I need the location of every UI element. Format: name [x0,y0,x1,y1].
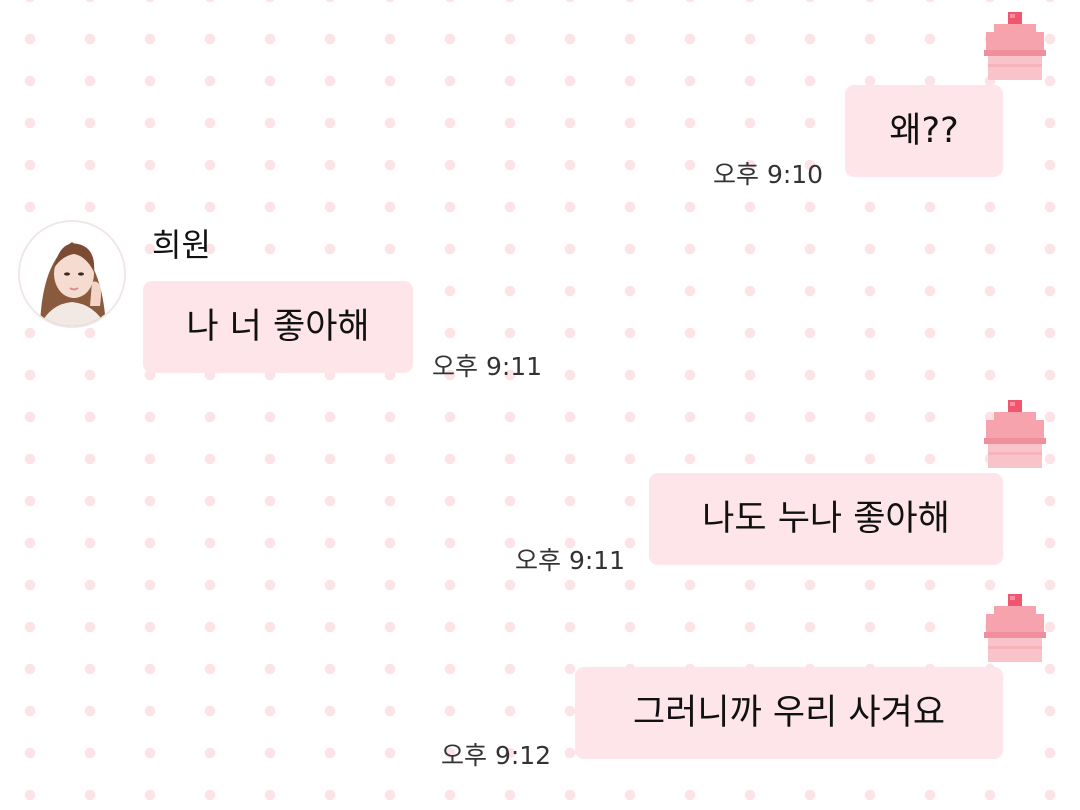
message-bubble[interactable]: 나 너 좋아해 [146,284,410,370]
message-timestamp: 오후 9:11 [515,546,626,575]
contact-name: 희원 [152,226,211,264]
avatar-image [20,222,124,326]
message-bubble[interactable]: 나도 누나 좋아해 [652,476,1000,562]
message-timestamp: 오후 9:12 [441,741,552,770]
message-timestamp: 오후 9:10 [713,160,824,189]
message-timestamp: 오후 9:11 [432,352,543,381]
cupcake-icon [984,12,1046,80]
message-bubble[interactable]: 그러니까 우리 사겨요 [578,670,1000,756]
contact-avatar[interactable] [18,220,126,328]
cupcake-icon [984,400,1046,468]
cupcake-icon [984,594,1046,662]
message-bubble[interactable]: 왜?? [848,88,1000,174]
